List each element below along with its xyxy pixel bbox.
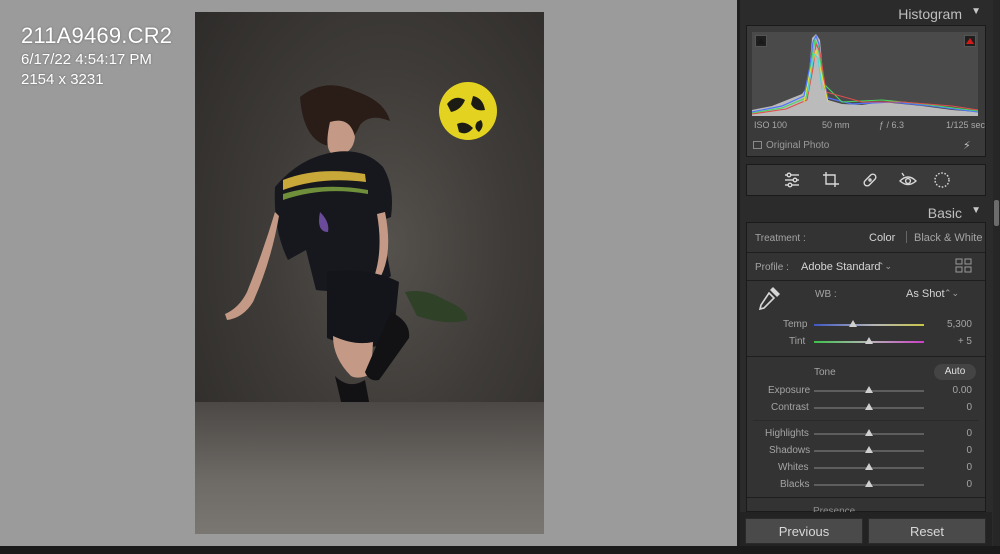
exif-focal-length: 50 mm (822, 120, 850, 130)
tint-slider-thumb[interactable] (865, 337, 873, 344)
row-divider (747, 356, 985, 357)
wb-label: WB : (815, 289, 837, 300)
basic-title: Basic (927, 205, 962, 221)
photo-info-overlay: 211A9469.CR2 6/17/22 4:54:17 PM 2154 x 3… (21, 22, 172, 90)
image-dimensions: 2154 x 3231 (21, 71, 104, 88)
temp-label: Temp (783, 319, 808, 330)
exif-iso: ISO 100 (754, 120, 788, 130)
tone-label: Tone (814, 367, 836, 378)
tint-label: Tint (789, 336, 806, 347)
profile-label: Profile : (755, 262, 789, 273)
treatment-label: Treatment : (755, 233, 806, 244)
row-divider (747, 497, 985, 498)
treatment-bw-option[interactable]: Black & White (914, 232, 982, 244)
window-bottom-edge (0, 546, 1000, 554)
tint-value[interactable]: + 5 (932, 336, 972, 347)
profile-chevron-icon[interactable]: ⌃⌄ (877, 261, 892, 272)
highlights-slider-thumb[interactable] (865, 429, 873, 436)
panel-scrollbar-thumb[interactable] (994, 200, 999, 226)
exposure-value[interactable]: 0.00 (932, 385, 972, 396)
lightning-bolt-icon[interactable]: ⚡ (963, 139, 971, 152)
collapse-triangle-icon[interactable]: ▼ (971, 205, 981, 216)
histogram-curves (752, 34, 978, 116)
whites-slider-thumb[interactable] (865, 463, 873, 470)
blacks-value[interactable]: 0 (932, 479, 972, 490)
histogram-title: Histogram (898, 6, 962, 22)
auto-tone-button[interactable]: Auto (934, 364, 976, 380)
treatment-divider (906, 231, 907, 243)
shadows-value[interactable]: 0 (932, 445, 972, 456)
healing-icon[interactable] (861, 171, 879, 189)
shadow-clipping-icon[interactable] (755, 35, 767, 47)
exposure-label: Exposure (768, 385, 811, 396)
photo-floor (195, 402, 544, 534)
contrast-slider-thumb[interactable] (865, 403, 873, 410)
shadows-label: Shadows (769, 445, 811, 456)
original-photo-toggle[interactable]: Original Photo (753, 140, 829, 151)
row-divider (747, 252, 985, 253)
exif-shutter-speed: 1/125 sec (946, 120, 986, 130)
collapse-triangle-icon[interactable]: ▼ (971, 6, 981, 17)
edit-sliders-icon[interactable] (783, 171, 801, 189)
histogram-header[interactable]: Histogram ▼ (740, 2, 992, 24)
photo-preview[interactable] (195, 12, 544, 534)
contrast-label: Contrast (771, 402, 809, 413)
profile-dropdown[interactable]: Adobe Standard (801, 261, 881, 273)
wb-chevron-icon[interactable]: ⌃⌄ (944, 288, 959, 299)
reset-button[interactable]: Reset (868, 518, 986, 544)
highlights-label: Highlights (765, 428, 809, 439)
profile-browser-grid-icon[interactable] (955, 258, 973, 274)
temp-slider[interactable] (814, 324, 924, 326)
highlights-value[interactable]: 0 (932, 428, 972, 439)
wb-dropdown[interactable]: As Shot (906, 288, 945, 300)
original-photo-label: Original Photo (766, 140, 830, 151)
basic-header[interactable]: Basic ▼ (740, 201, 992, 223)
capture-datetime: 6/17/22 4:54:17 PM (21, 51, 152, 68)
temp-value[interactable]: 5,300 (932, 319, 972, 330)
contrast-value[interactable]: 0 (932, 402, 972, 413)
blacks-label: Blacks (780, 479, 810, 490)
highlight-clipping-icon[interactable] (964, 35, 976, 47)
white-balance-eyedropper-icon[interactable] (755, 284, 783, 312)
original-photo-checkbox[interactable] (753, 141, 762, 149)
crop-icon[interactable] (822, 171, 840, 189)
whites-label: Whites (778, 462, 809, 473)
whites-value[interactable]: 0 (932, 462, 972, 473)
treatment-color-option[interactable]: Color (869, 232, 895, 244)
shadows-slider-thumb[interactable] (865, 446, 873, 453)
previous-button[interactable]: Previous (745, 518, 863, 544)
panel-scrollbar[interactable] (993, 0, 1000, 554)
filename-text: 211A9469.CR2 (21, 23, 173, 48)
temp-slider-thumb[interactable] (848, 320, 857, 327)
row-divider (747, 280, 985, 281)
blacks-slider-thumb[interactable] (865, 480, 873, 487)
image-viewer[interactable]: 211A9469.CR2 6/17/22 4:54:17 PM 2154 x 3… (0, 0, 737, 554)
red-eye-icon[interactable] (899, 171, 917, 189)
row-divider (753, 420, 979, 421)
exif-aperture: ƒ / 6.3 (879, 120, 905, 130)
exposure-slider-thumb[interactable] (865, 386, 873, 393)
histogram-graph[interactable] (752, 32, 978, 116)
masking-icon[interactable] (933, 171, 951, 189)
